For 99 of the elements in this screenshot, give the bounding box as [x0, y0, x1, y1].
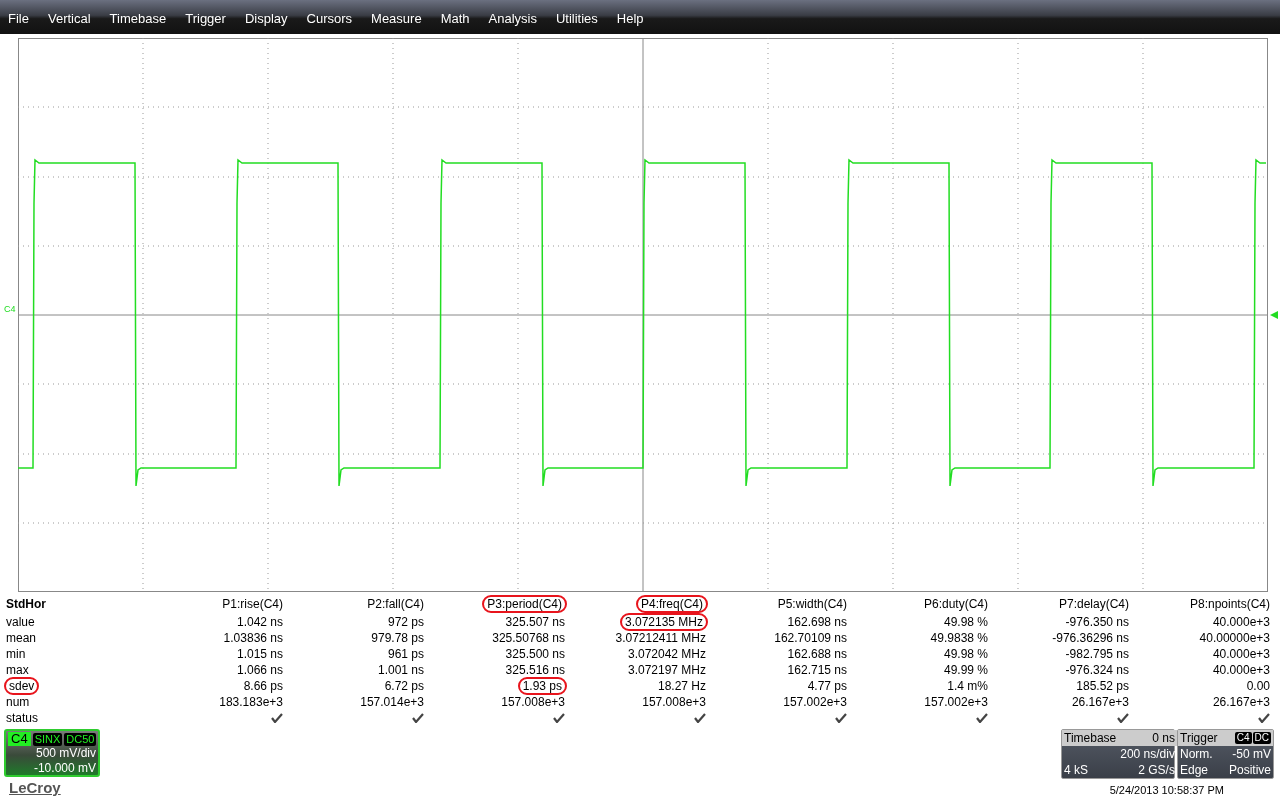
table-cell: 0.00 — [1246, 678, 1270, 694]
menu-item[interactable]: Utilities — [555, 8, 598, 26]
table-cell: 157.014e+3 — [360, 694, 424, 710]
table-cell: 162.688 ns — [787, 646, 847, 662]
table-cell: 3.072042 MHz — [627, 646, 706, 662]
table-cell: 6.72 ps — [384, 678, 424, 694]
menu-item[interactable]: Analysis — [488, 8, 537, 26]
table-cell: 961 ps — [387, 646, 424, 662]
row-label: max — [6, 662, 29, 678]
table-cell: 1.015 ns — [236, 646, 283, 662]
table-cell: 49.98 % — [943, 614, 988, 630]
table-cell: 26.167e+3 — [1071, 694, 1129, 710]
trigger-title: Trigger — [1178, 730, 1224, 746]
menu-item[interactable]: Cursors — [306, 8, 353, 26]
menu-item[interactable]: Help — [616, 8, 644, 26]
menu-item[interactable]: File — [8, 8, 29, 26]
column-header: P7:delay(C4) — [1058, 596, 1129, 612]
trigger-mode: Norm. — [1179, 746, 1214, 762]
row-label: min — [6, 646, 26, 662]
trigger-tag: DC — [1252, 732, 1271, 744]
vertical-scale: 500 mV/div — [35, 746, 96, 761]
trigger-slope: Positive — [1227, 762, 1272, 778]
table-cell: -976.36296 ns — [1052, 630, 1129, 646]
table-cell: 157.008e+3 — [642, 694, 706, 710]
column-header: P1:rise(C4) — [222, 596, 283, 612]
table-cell: 40.000e+3 — [1212, 646, 1270, 662]
channel-marker: C4 — [4, 304, 16, 314]
column-header: P3:period(C4) — [484, 597, 565, 611]
row-label: mean — [6, 630, 37, 646]
logo: LeCroy — [9, 779, 62, 796]
trigger-level: -50 mV — [1231, 746, 1272, 762]
table-cell: 325.50768 ns — [492, 630, 565, 646]
table-cell: 1.03836 ns — [223, 630, 283, 646]
table-cell: -982.795 ns — [1065, 646, 1129, 662]
table-cell: 3.072197 MHz — [627, 662, 706, 678]
sample-count: 4 kS — [1063, 762, 1089, 778]
column-header: P5:width(C4) — [777, 596, 847, 612]
table-cell: 157.002e+3 — [783, 694, 847, 710]
column-header: P2:fall(C4) — [367, 596, 424, 612]
table-cell: 1.4 m% — [947, 678, 988, 694]
column-header: P8:npoints(C4) — [1189, 596, 1270, 612]
table-cell: 26.167e+3 — [1212, 694, 1270, 710]
vertical-offset: -10.000 mV — [33, 761, 96, 776]
table-cell: 325.507 ns — [505, 614, 565, 630]
row-label: status — [6, 710, 38, 726]
menu-item[interactable]: Vertical — [47, 8, 91, 26]
table-cell: 3.07212411 MHz — [615, 630, 706, 646]
table-cell: -976.350 ns — [1065, 614, 1129, 630]
table-cell: 162.715 ns — [787, 662, 847, 678]
table-cell: 1.042 ns — [236, 614, 283, 630]
table-cell: 325.500 ns — [505, 646, 565, 662]
row-label: sdev — [6, 679, 38, 693]
channel-tag: DC50 — [64, 732, 97, 746]
trigger-descriptor[interactable]: Trigger C4 DC Norm. -50 mV Edge Positive — [1177, 729, 1274, 779]
trigger-type: Edge — [1179, 762, 1210, 778]
menu-item[interactable]: Measure — [371, 8, 422, 26]
row-label: num — [6, 694, 30, 710]
table-cell: 979.78 ps — [371, 630, 424, 646]
table-cell: -976.324 ns — [1065, 662, 1129, 678]
table-cell: 49.99 % — [943, 662, 988, 678]
channel-tag: SINX — [32, 732, 63, 746]
table-cell: 49.98 % — [943, 646, 988, 662]
timebase-descriptor[interactable]: Timebase 0 ns 200 ns/div 4 kS 2 GS/s — [1061, 729, 1175, 779]
table-cell: 40.000e+3 — [1212, 614, 1270, 630]
table-cell: 183.183e+3 — [219, 694, 283, 710]
table-cell: 18.27 Hz — [657, 678, 706, 694]
row-label: value — [6, 614, 35, 630]
table-cell: 1.001 ns — [377, 662, 424, 678]
menu-item[interactable]: Timebase — [109, 8, 167, 26]
menu-item[interactable]: Display — [244, 8, 288, 26]
timebase-title: Timebase — [1062, 730, 1119, 746]
table-cell: 4.77 ps — [807, 678, 847, 694]
table-cell: 1.066 ns — [236, 662, 283, 678]
column-header: P4:freq(C4) — [637, 597, 706, 611]
horizontal-scale: 200 ns/div — [1119, 746, 1176, 762]
measure-title: StdHor — [6, 596, 46, 612]
table-cell: 3.072135 MHz — [621, 615, 706, 629]
table-cell: 8.66 ps — [243, 678, 283, 694]
table-cell: 157.008e+3 — [501, 694, 565, 710]
column-header: P6:duty(C4) — [923, 596, 988, 612]
trigger-tag: C4 — [1234, 732, 1252, 744]
timestamp: 5/24/2013 10:58:37 PM — [1109, 784, 1224, 796]
menu-item[interactable]: Trigger — [185, 8, 226, 26]
channel-descriptor[interactable]: C4 SINX DC50 500 mV/div -10.000 mV — [4, 729, 100, 777]
table-cell: 1.93 ps — [519, 679, 565, 693]
channel-name: C4 — [8, 732, 31, 746]
table-cell: 40.000e+3 — [1212, 662, 1270, 678]
menu-item[interactable]: Math — [440, 8, 470, 26]
trigger-level-icon — [1270, 311, 1278, 319]
table-cell: 162.698 ns — [787, 614, 847, 630]
table-cell: 162.70109 ns — [774, 630, 847, 646]
trigger-delay: 0 ns — [1118, 730, 1177, 746]
table-cell: 325.516 ns — [505, 662, 565, 678]
table-cell: 157.002e+3 — [924, 694, 988, 710]
table-cell: 40.00000e+3 — [1199, 630, 1270, 646]
sample-rate: 2 GS/s — [1137, 762, 1176, 778]
table-cell: 972 ps — [387, 614, 424, 630]
table-cell: 185.52 ps — [1076, 678, 1129, 694]
table-cell: 49.9838 % — [930, 630, 988, 646]
